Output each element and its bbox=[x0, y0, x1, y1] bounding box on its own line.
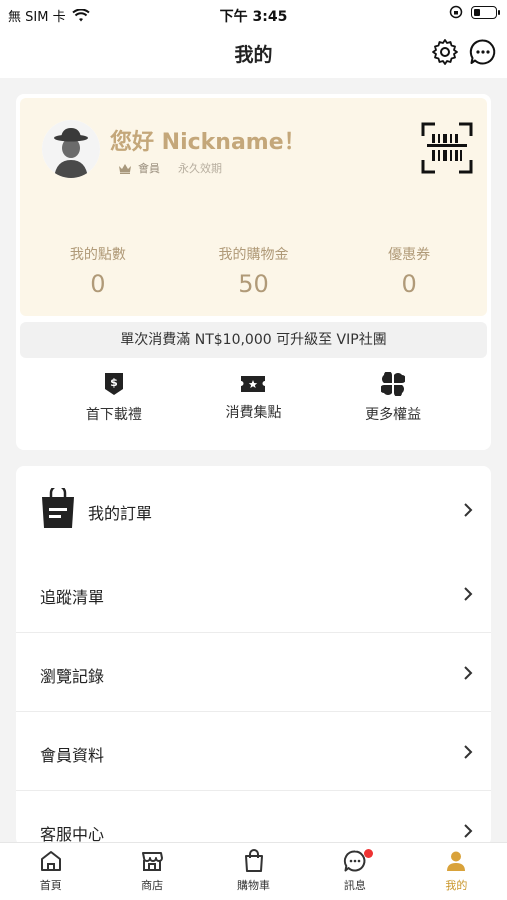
tab-home[interactable]: 首頁 bbox=[0, 843, 101, 900]
stat-points[interactable]: 我的點數 0 bbox=[20, 244, 176, 298]
tab-label: 商店 bbox=[141, 879, 164, 892]
menu-label: 我的訂單 bbox=[88, 504, 153, 523]
member-info-panel: 您好 Nickname！ 會員 永久效期 我的點數 0 我的購物金 50 優惠券… bbox=[20, 98, 487, 316]
settings-gear-icon[interactable] bbox=[431, 38, 459, 66]
store-icon bbox=[142, 852, 164, 871]
tab-messages[interactable]: 訊息 bbox=[304, 843, 405, 900]
tab-me[interactable]: 我的 bbox=[406, 843, 507, 900]
benefits-row: $ 首下載禮 消費集點 更多權益 bbox=[16, 372, 491, 424]
stat-label: 優惠券 bbox=[388, 247, 431, 263]
message-bubble-icon[interactable] bbox=[469, 38, 497, 66]
menu-item-wishlist[interactable]: 追蹤清單 bbox=[16, 554, 491, 633]
stat-label: 我的點數 bbox=[69, 247, 126, 263]
crown-icon bbox=[119, 163, 131, 174]
tab-label: 首頁 bbox=[39, 879, 62, 892]
order-bag-icon bbox=[42, 488, 74, 528]
chevron-right-icon bbox=[464, 587, 473, 601]
stat-shopping-credit[interactable]: 我的購物金 50 bbox=[176, 244, 332, 298]
shopping-bag-icon bbox=[244, 849, 263, 872]
menu-item-browse-history[interactable]: 瀏覽記錄 bbox=[16, 633, 491, 712]
nav-bar: 我的 bbox=[0, 28, 507, 78]
chevron-right-icon bbox=[464, 666, 473, 680]
stat-value: 0 bbox=[90, 270, 106, 298]
benefit-label: 更多權益 bbox=[365, 407, 422, 423]
gift-tag-icon: $ bbox=[104, 373, 123, 395]
validity-label: 永久效期 bbox=[178, 162, 222, 175]
chevron-right-icon bbox=[464, 745, 473, 759]
user-icon bbox=[447, 851, 466, 871]
status-bar: 無 SIM 卡 下午 3:45 bbox=[0, 0, 507, 28]
tab-label: 購物車 bbox=[237, 879, 271, 892]
member-barcode-icon[interactable] bbox=[419, 120, 475, 176]
ticket-icon bbox=[241, 376, 266, 392]
tab-cart[interactable]: 購物車 bbox=[203, 843, 304, 900]
tier-row: 會員 永久效期 bbox=[118, 160, 222, 176]
svg-text:$: $ bbox=[110, 376, 118, 389]
chevron-right-icon bbox=[464, 503, 473, 517]
stats-row: 我的點數 0 我的購物金 50 優惠券 0 bbox=[20, 244, 487, 298]
upgrade-banner[interactable]: 單次消費滿 NT$10,000 可升級至 VIP社團 bbox=[20, 322, 487, 358]
tier-label: 會員 bbox=[138, 162, 160, 175]
greeting-text: 您好 Nickname！ bbox=[110, 130, 306, 155]
member-card: 您好 Nickname！ 會員 永久效期 我的點數 0 我的購物金 50 優惠券… bbox=[16, 94, 491, 450]
benefit-download-gift[interactable]: $ 首下載禮 bbox=[59, 372, 169, 424]
battery-level bbox=[474, 8, 480, 16]
benefit-collect-points[interactable]: 消費集點 bbox=[198, 372, 308, 424]
unread-badge-dot bbox=[364, 849, 374, 858]
chevron-right-icon bbox=[464, 824, 473, 838]
benefit-more-rights[interactable]: 更多權益 bbox=[338, 372, 448, 424]
benefit-label: 消費集點 bbox=[225, 405, 282, 421]
home-icon bbox=[40, 851, 61, 871]
menu-list: 我的訂單 追蹤清單 瀏覽記錄 會員資料 客服中心 bbox=[16, 466, 491, 846]
menu-item-customer-service[interactable]: 客服中心 bbox=[16, 791, 491, 846]
avatar[interactable] bbox=[42, 120, 100, 178]
stat-value: 0 bbox=[401, 270, 417, 298]
stat-value: 50 bbox=[238, 270, 269, 298]
battery-icon bbox=[471, 5, 500, 19]
orientation-lock-icon bbox=[449, 5, 463, 19]
grid-icon bbox=[381, 372, 406, 396]
default-avatar-icon bbox=[42, 120, 100, 178]
stat-label: 我的購物金 bbox=[218, 247, 289, 263]
menu-item-member-profile[interactable]: 會員資料 bbox=[16, 712, 491, 791]
tab-label: 我的 bbox=[445, 879, 468, 892]
menu-label: 追蹤清單 bbox=[40, 588, 105, 607]
status-time: 下午 3:45 bbox=[219, 9, 288, 25]
tab-store[interactable]: 商店 bbox=[101, 843, 202, 900]
bottom-tab-bar: 首頁 商店 購物車 訊息 我的 bbox=[0, 842, 507, 900]
tab-label: 訊息 bbox=[343, 879, 366, 892]
menu-label: 瀏覽記錄 bbox=[40, 667, 105, 686]
benefit-label: 首下載禮 bbox=[85, 407, 142, 423]
status-right bbox=[449, 5, 500, 19]
menu-label: 會員資料 bbox=[40, 746, 105, 765]
menu-item-my-orders[interactable]: 我的訂單 bbox=[16, 466, 491, 554]
stat-coupons[interactable]: 優惠券 0 bbox=[331, 244, 487, 298]
